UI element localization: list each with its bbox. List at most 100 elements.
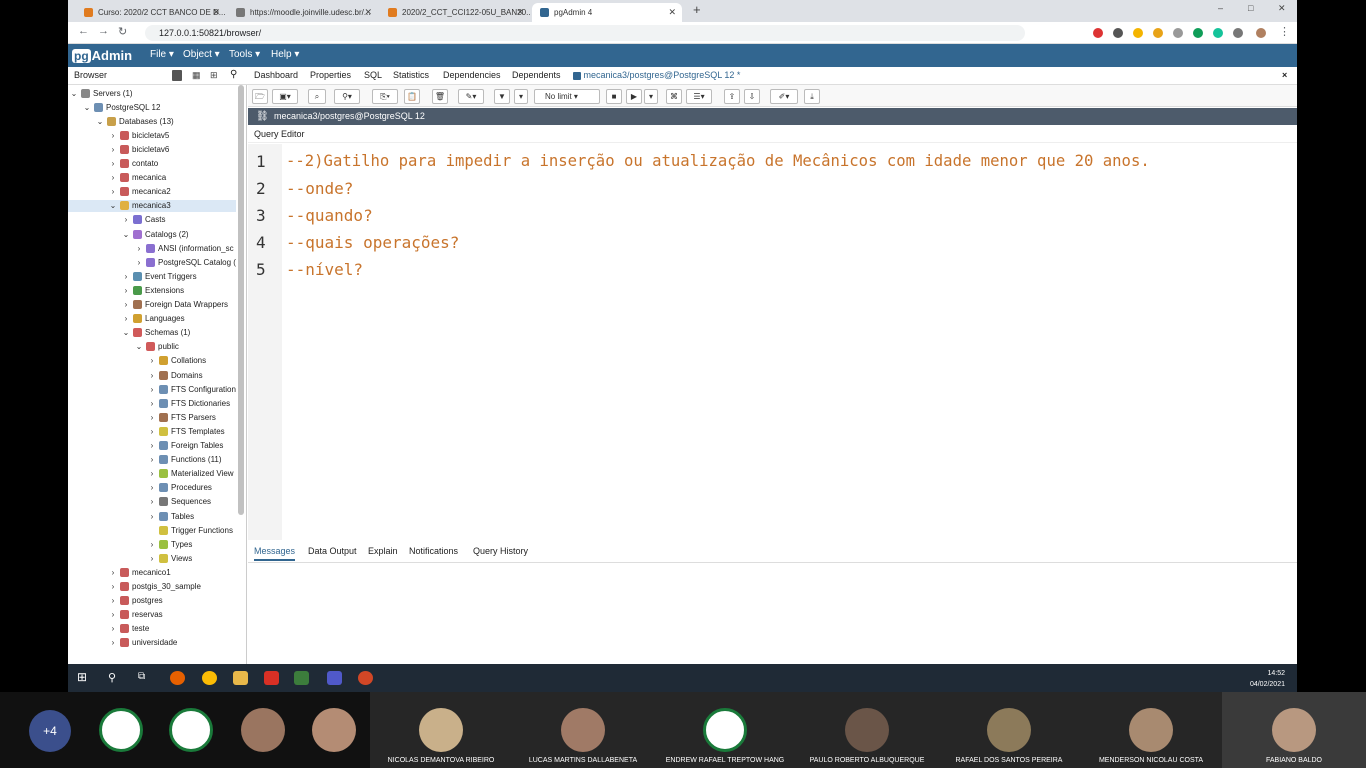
browser-tab-active[interactable]: pgAdmin 4 ✕ xyxy=(532,3,682,22)
tree-node[interactable]: › mecanica xyxy=(68,172,236,184)
tree-node[interactable]: ⌄ PostgreSQL 12 xyxy=(68,101,236,113)
find-icon[interactable]: ⌕ xyxy=(308,89,326,104)
copy-icon[interactable]: ⎘▾ xyxy=(372,89,398,104)
tab-notifications[interactable]: Notifications xyxy=(409,546,458,556)
expand-toggle-icon[interactable]: › xyxy=(109,596,117,605)
close-panel-icon[interactable]: × xyxy=(1282,70,1287,80)
expand-toggle-icon[interactable]: › xyxy=(122,300,130,309)
tree-node[interactable]: › Procedures xyxy=(68,482,236,494)
filter-icon[interactable]: ▼ xyxy=(494,89,510,104)
expand-toggle-icon[interactable]: › xyxy=(109,610,117,619)
filter-dropdown-icon[interactable]: ▾ xyxy=(514,89,528,104)
expand-toggle-icon[interactable]: ⌄ xyxy=(135,342,143,351)
search-icon[interactable]: ⚲ xyxy=(230,69,237,80)
expand-toggle-icon[interactable]: › xyxy=(109,187,117,196)
maximize-icon[interactable]: □ xyxy=(1248,3,1253,13)
close-tab-icon[interactable]: ✕ xyxy=(364,7,372,18)
tree-scrollbar[interactable] xyxy=(238,85,244,515)
extension-icon[interactable] xyxy=(1153,28,1163,38)
tree-node[interactable]: › mecanica2 xyxy=(68,186,236,198)
tree-node[interactable]: › bicicletav5 xyxy=(68,129,236,141)
stop-icon[interactable]: ■ xyxy=(606,89,622,104)
extension-icon[interactable] xyxy=(1173,28,1183,38)
expand-toggle-icon[interactable]: › xyxy=(109,145,117,154)
expand-toggle-icon[interactable]: › xyxy=(109,582,117,591)
tree-node[interactable]: › Foreign Data Wrappers xyxy=(68,299,236,311)
expand-toggle-icon[interactable]: › xyxy=(148,356,156,365)
execute-icon[interactable]: ▶ xyxy=(626,89,642,104)
tab-dependencies[interactable]: Dependencies xyxy=(443,70,501,80)
commit-icon[interactable]: ⇪ xyxy=(724,89,740,104)
tree-node[interactable]: › Materialized View xyxy=(68,468,236,480)
browser-tab[interactable]: https://moodle.joinville.udesc.br/... ✕ xyxy=(228,3,378,22)
tree-node[interactable]: › universidade xyxy=(68,637,236,649)
tree-node[interactable]: › Languages xyxy=(68,313,236,325)
system-clock[interactable]: 14:52 04/02/2021 xyxy=(1250,668,1285,690)
expand-toggle-icon[interactable]: › xyxy=(109,131,117,140)
extension-icon[interactable] xyxy=(1093,28,1103,38)
expand-toggle-icon[interactable]: › xyxy=(148,441,156,450)
minimize-icon[interactable]: – xyxy=(1218,3,1223,13)
expand-toggle-icon[interactable]: › xyxy=(148,455,156,464)
download-icon[interactable]: ⤓ xyxy=(804,89,820,104)
tree-node[interactable]: ⌄ Catalogs (2) xyxy=(68,228,236,240)
tree-node[interactable]: › Extensions xyxy=(68,284,236,296)
tree-node[interactable]: ⌄ Servers (1) xyxy=(68,87,236,99)
menu-icon[interactable]: ⋮ xyxy=(1279,25,1290,38)
participant-tile-speaker[interactable]: FABIANO BALDO xyxy=(1222,692,1366,768)
expand-toggle-icon[interactable]: ⌄ xyxy=(122,230,130,239)
table-icon[interactable]: ▦ xyxy=(192,70,201,81)
url-input[interactable]: 127.0.0.1:50821/browser/ xyxy=(145,25,1025,41)
tree-node[interactable]: ⌄ Databases (13) xyxy=(68,115,236,127)
tree-node[interactable]: Trigger Functions xyxy=(68,524,236,536)
tree-node[interactable]: › Tables xyxy=(68,510,236,522)
tree-node[interactable]: › postgis_30_sample xyxy=(68,581,236,593)
tree-node[interactable]: › mecanico1 xyxy=(68,566,236,578)
limit-select[interactable]: No limit ▾ xyxy=(534,89,600,104)
participant-tile[interactable]: LUCAS MARTINS DALLABENETA xyxy=(512,692,654,768)
expand-toggle-icon[interactable]: ⌄ xyxy=(83,103,91,112)
task-view-icon[interactable]: ⧉ xyxy=(138,671,153,685)
profile-avatar[interactable] xyxy=(1256,28,1266,38)
drive-icon[interactable] xyxy=(1133,28,1143,38)
tab-dependents[interactable]: Dependents xyxy=(512,70,561,80)
save-icon[interactable]: ▣▾ xyxy=(272,89,298,104)
participant-tile[interactable]: RAFAEL DOS SANTOS PEREIRA xyxy=(938,692,1080,768)
close-window-icon[interactable]: ✕ xyxy=(1278,3,1286,14)
execute-dropdown-icon[interactable]: ▾ xyxy=(644,89,658,104)
tree-node[interactable]: › Sequences xyxy=(68,496,236,508)
browser-tab[interactable]: Curso: 2020/2 CCT BANCO DE D... ✕ xyxy=(76,3,226,22)
tree-node[interactable]: › Views xyxy=(68,552,236,564)
tab-dashboard[interactable]: Dashboard xyxy=(254,70,298,80)
expand-toggle-icon[interactable]: ⌄ xyxy=(96,117,104,126)
expand-toggle-icon[interactable]: › xyxy=(135,244,143,253)
clear-icon[interactable]: ✐▾ xyxy=(770,89,798,104)
search-dropdown-icon[interactable]: ⚲▾ xyxy=(334,89,360,104)
expand-toggle-icon[interactable]: › xyxy=(148,427,156,436)
windows-start-icon[interactable]: ⊞ xyxy=(77,670,92,684)
reload-icon[interactable]: ↻ xyxy=(118,25,127,38)
expand-toggle-icon[interactable]: › xyxy=(148,385,156,394)
more-participants-button[interactable]: +4 xyxy=(29,710,71,752)
expand-toggle-icon[interactable]: › xyxy=(148,413,156,422)
file-explorer-icon[interactable] xyxy=(233,671,248,685)
expand-toggle-icon[interactable]: ⌄ xyxy=(70,89,78,98)
close-tab-icon[interactable]: ✕ xyxy=(212,7,220,18)
new-tab-icon[interactable]: + xyxy=(693,2,701,17)
tab-sql[interactable]: SQL xyxy=(364,70,382,80)
tree-node[interactable]: ⌄ Schemas (1) xyxy=(68,327,236,339)
expand-toggle-icon[interactable]: ⌄ xyxy=(109,201,117,210)
back-icon[interactable]: ← xyxy=(78,25,89,37)
edit-icon[interactable]: ✎▾ xyxy=(458,89,484,104)
tree-node[interactable]: › reservas xyxy=(68,609,236,621)
chrome-icon[interactable] xyxy=(202,671,217,685)
tab-messages[interactable]: Messages xyxy=(254,546,296,561)
menu-file[interactable]: File ▾ xyxy=(150,49,174,60)
participant-tile[interactable]: NICOLAS DEMANTOVA RIBEIRO xyxy=(370,692,512,768)
expand-toggle-icon[interactable]: › xyxy=(109,568,117,577)
tree-node[interactable]: › Functions (11) xyxy=(68,454,236,466)
expand-toggle-icon[interactable]: › xyxy=(122,286,130,295)
menu-object[interactable]: Object ▾ xyxy=(183,49,220,60)
expand-toggle-icon[interactable]: › xyxy=(148,540,156,549)
rollback-icon[interactable]: ⇩ xyxy=(744,89,760,104)
